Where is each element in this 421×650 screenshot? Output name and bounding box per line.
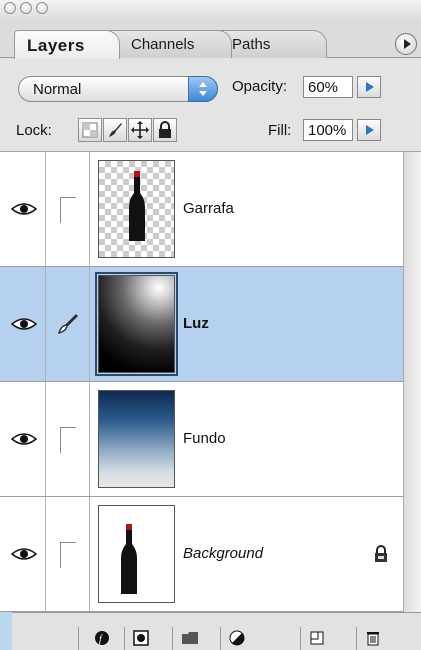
bottle-icon <box>129 171 145 241</box>
new-group-icon[interactable] <box>172 627 202 650</box>
layer-thumbnail <box>98 390 175 488</box>
link-box-icon <box>60 542 76 568</box>
layer-row-fundo[interactable]: Fundo <box>0 382 403 497</box>
layer-name[interactable]: Luz <box>183 315 209 332</box>
mask-icon[interactable] <box>124 627 154 650</box>
visibility-toggle[interactable] <box>0 152 46 266</box>
bottom-toolbar: f <box>0 612 421 650</box>
tab-layers[interactable]: Layers <box>14 30 120 59</box>
eye-icon <box>11 433 37 445</box>
lock-position-icon[interactable] <box>128 118 152 142</box>
opacity-input[interactable]: 60% <box>303 76 353 98</box>
brush-icon <box>58 314 78 334</box>
visibility-toggle[interactable] <box>0 382 46 496</box>
fill-label: Fill: <box>268 122 292 139</box>
lock-icon <box>375 545 387 562</box>
visibility-toggle[interactable] <box>0 267 46 381</box>
lock-all-icon[interactable] <box>153 118 177 142</box>
layer-name[interactable]: Garrafa <box>183 200 234 217</box>
bottle-icon <box>121 524 137 594</box>
eye-icon <box>11 548 37 560</box>
scrollbar[interactable] <box>403 152 421 612</box>
zoom-window-button[interactable] <box>36 2 48 14</box>
title-bar <box>0 0 421 20</box>
link-toggle[interactable] <box>46 267 90 381</box>
blend-mode-value: Normal <box>33 81 82 98</box>
fill-input[interactable]: 100% <box>303 119 353 141</box>
trash-icon[interactable] <box>356 627 386 650</box>
new-layer-icon[interactable] <box>300 627 330 650</box>
fill-slider-button[interactable] <box>357 119 381 141</box>
layers-list: Garrafa Luz Fundo Background <box>0 152 403 612</box>
layer-thumbnail <box>95 272 178 376</box>
select-arrows-icon <box>188 76 218 102</box>
visibility-toggle[interactable] <box>0 497 46 611</box>
link-toggle[interactable] <box>46 497 90 611</box>
adjustment-layer-icon[interactable] <box>220 627 250 650</box>
opacity-slider-button[interactable] <box>357 76 381 98</box>
eye-icon <box>11 203 37 215</box>
layer-row-garrafa[interactable]: Garrafa <box>0 152 403 267</box>
layer-thumbnail <box>98 505 175 603</box>
lock-image-pixels-icon[interactable] <box>103 118 127 142</box>
link-toggle[interactable] <box>46 152 90 266</box>
lock-label: Lock: <box>16 122 52 139</box>
lock-row: Lock: Fill: 100% <box>0 110 421 152</box>
link-box-icon <box>60 197 76 223</box>
layer-style-icon[interactable]: f <box>86 627 116 650</box>
layer-row-luz[interactable]: Luz <box>0 267 403 382</box>
opacity-label: Opacity: <box>232 78 288 95</box>
panel-menu-icon[interactable] <box>395 33 417 55</box>
layer-name[interactable]: Fundo <box>183 430 226 447</box>
layer-name[interactable]: Background <box>183 545 263 562</box>
lock-transparency-icon[interactable] <box>78 118 102 142</box>
desktop-background <box>0 612 12 650</box>
panel-tabs: Paths Channels Layers <box>0 20 421 59</box>
link-toggle[interactable] <box>46 382 90 496</box>
eye-icon <box>11 318 37 330</box>
minimize-window-button[interactable] <box>20 2 32 14</box>
blend-mode-select[interactable]: Normal <box>18 76 218 102</box>
layer-row-background[interactable]: Background <box>0 497 403 612</box>
blend-row: Normal Opacity: 60% <box>0 58 421 110</box>
link-box-icon <box>60 427 76 453</box>
layer-thumbnail <box>98 160 175 258</box>
close-window-button[interactable] <box>4 2 16 14</box>
layers-panel: Paths Channels Layers Normal Opacity: 60… <box>0 0 421 650</box>
